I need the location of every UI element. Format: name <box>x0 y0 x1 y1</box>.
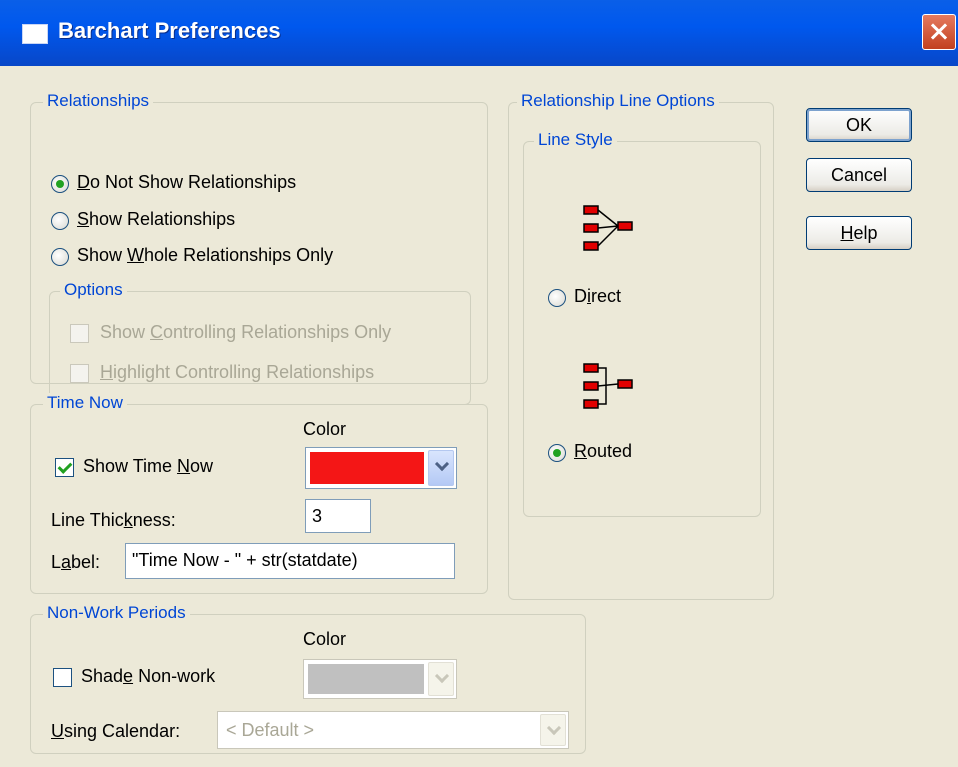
options-legend: Options <box>60 280 127 300</box>
relationship-line-options-group: Relationship Line Options Line Style Dir… <box>508 91 774 600</box>
non-work-group: Non-Work Periods Color Shade Non-work Us… <box>30 603 586 754</box>
using-calendar-value: < Default > <box>226 720 315 740</box>
chevron-down-icon[interactable] <box>540 714 566 746</box>
radio-show-relationships[interactable] <box>51 212 69 230</box>
relationships-group: Relationships Do Not Show Relationships … <box>30 91 488 405</box>
help-button[interactable]: Help <box>806 216 912 250</box>
ok-button[interactable]: OK <box>806 108 912 142</box>
window-icon <box>22 24 48 44</box>
cancel-button[interactable]: Cancel <box>806 158 912 192</box>
radio-show-whole-label: Show Whole Relationships Only <box>77 245 334 265</box>
radio-routed[interactable] <box>548 444 566 462</box>
radio-do-not-show-relationships[interactable] <box>51 175 69 193</box>
radio-routed-label: Routed <box>574 441 633 461</box>
close-icon[interactable] <box>922 14 956 50</box>
non-work-legend: Non-Work Periods <box>43 603 190 623</box>
label-field-label: Label: <box>51 552 101 572</box>
time-now-color-swatch <box>310 452 424 484</box>
shade-non-work-label: Shade Non-work <box>81 666 216 686</box>
dialog-body: Relationships Do Not Show Relationships … <box>0 66 958 767</box>
time-now-color-select[interactable] <box>305 447 457 489</box>
radio-do-not-show-label: Do Not Show Relationships <box>77 172 297 192</box>
checkbox-show-controlling[interactable] <box>70 324 89 343</box>
time-now-label-input[interactable]: "Time Now - " + str(statdate) <box>125 543 455 579</box>
direct-line-icon <box>583 205 633 251</box>
checkbox-highlight-controlling[interactable] <box>70 364 89 383</box>
chevron-down-icon[interactable] <box>428 450 454 486</box>
line-thickness-input[interactable]: 3 <box>305 499 371 533</box>
line-style-group: Line Style Direct Routed <box>523 130 761 517</box>
using-calendar-label: Using Calendar: <box>51 721 181 741</box>
relationships-legend: Relationships <box>43 91 154 111</box>
non-work-color-swatch <box>308 664 424 694</box>
checkbox-show-time-now[interactable] <box>55 458 74 477</box>
title-bar: Barchart Preferences <box>0 0 958 66</box>
options-group: Options Show Controlling Relationships O… <box>49 280 471 405</box>
time-now-color-label: Color <box>303 419 347 439</box>
time-now-legend: Time Now <box>43 393 127 413</box>
radio-show-relationships-label: Show Relationships <box>77 209 236 229</box>
line-style-legend: Line Style <box>534 130 617 150</box>
window-title: Barchart Preferences <box>58 18 281 43</box>
radio-direct-label: Direct <box>574 286 622 306</box>
show-controlling-label: Show Controlling Relationships Only <box>100 322 392 342</box>
routed-line-icon <box>583 363 633 409</box>
non-work-color-label: Color <box>303 629 347 649</box>
using-calendar-select[interactable]: < Default > <box>217 711 569 749</box>
time-now-group: Time Now Color Show Time Now Line Thickn… <box>30 393 488 594</box>
highlight-controlling-label: Highlight Controlling Relationships <box>100 362 375 382</box>
radio-show-whole-relationships[interactable] <box>51 248 69 266</box>
relationship-line-options-legend: Relationship Line Options <box>517 91 719 111</box>
non-work-color-select[interactable] <box>303 659 457 699</box>
line-thickness-label: Line Thickness: <box>51 510 176 530</box>
chevron-down-icon[interactable] <box>428 662 454 696</box>
checkbox-shade-non-work[interactable] <box>53 668 72 687</box>
show-time-now-label: Show Time Now <box>83 456 214 476</box>
radio-direct[interactable] <box>548 289 566 307</box>
